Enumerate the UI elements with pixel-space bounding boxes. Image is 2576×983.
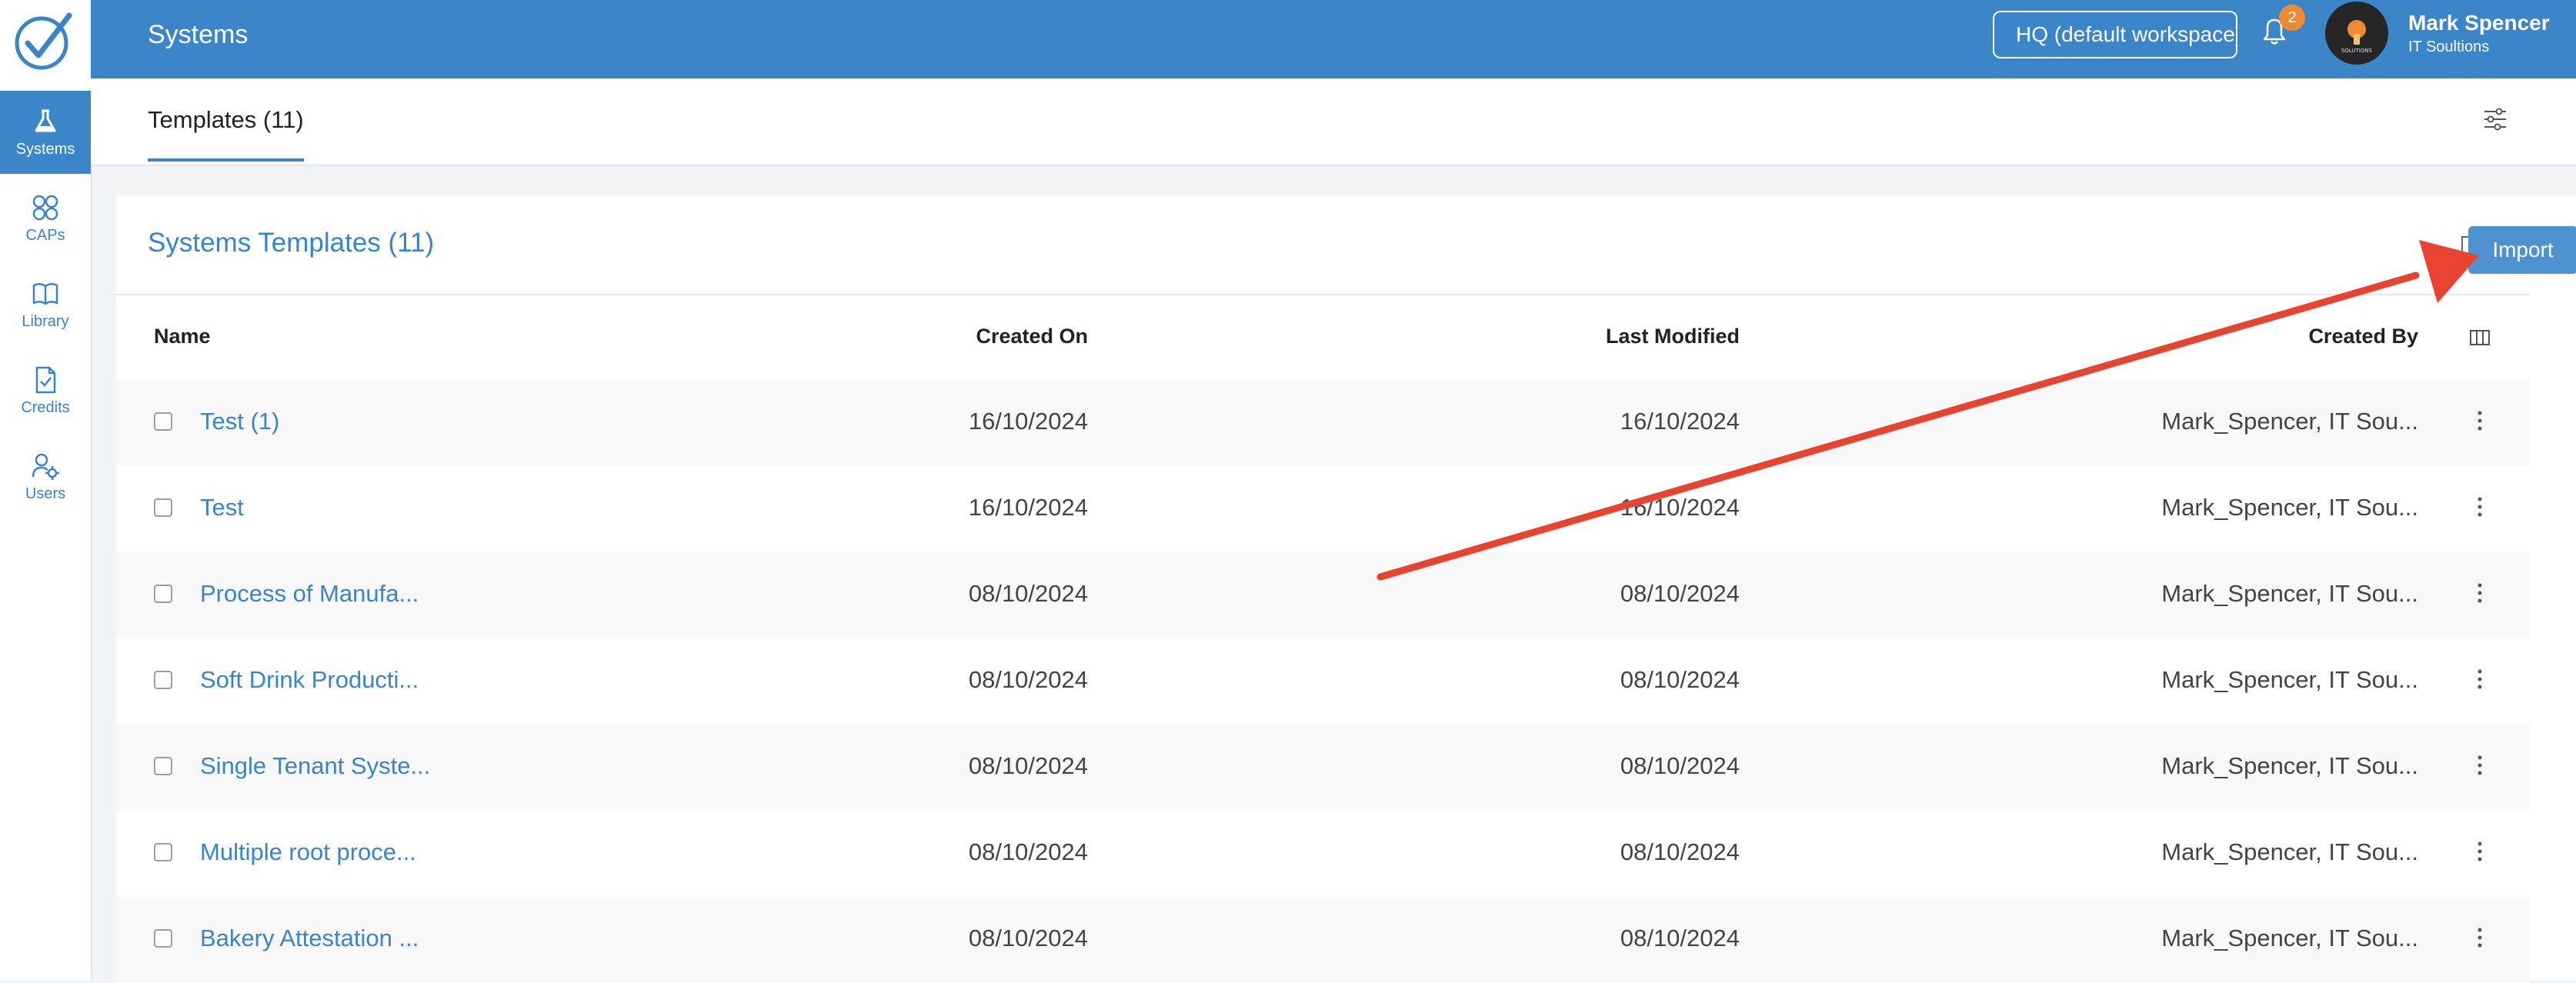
table-row[interactable]: Soft Drink Producti... 08/10/2024 08/10/… (115, 638, 2530, 725)
column-header-last-modified[interactable]: Last Modified (1606, 325, 1740, 348)
last-modified-cell: 08/10/2024 (1620, 666, 1740, 693)
column-header-name[interactable]: Name (154, 325, 211, 348)
last-modified-cell: 16/10/2024 (1620, 408, 1740, 435)
grid-icon (32, 195, 58, 220)
row-checkbox[interactable] (154, 929, 172, 948)
row-checkbox[interactable] (154, 585, 172, 603)
column-header-created-by[interactable]: Created By (2308, 325, 2418, 348)
more-vertical-icon[interactable] (2468, 580, 2491, 606)
table-row[interactable]: Test 16/10/2024 16/10/2024 Mark_Spencer,… (115, 466, 2530, 552)
created-on-cell: 08/10/2024 (968, 580, 1088, 607)
templates-card: Systems Templates (11) Import Name Creat… (115, 195, 2576, 983)
page-title: Systems (148, 20, 249, 49)
book-icon (32, 282, 58, 305)
created-on-cell: 16/10/2024 (968, 408, 1088, 435)
table-row[interactable]: Process of Manufa... 08/10/2024 08/10/20… (115, 552, 2530, 638)
table-row[interactable]: Multiple root proce... 08/10/2024 08/10/… (115, 811, 2530, 897)
sliders-icon[interactable] (2482, 106, 2508, 132)
sidebar-item-caps[interactable]: CAPs (0, 177, 91, 260)
created-on-cell: 08/10/2024 (968, 666, 1088, 693)
more-vertical-icon[interactable] (2468, 408, 2491, 434)
created-by-cell: Mark_Spencer, IT Sou... (2161, 494, 2418, 521)
last-modified-cell: 08/10/2024 (1620, 925, 1740, 951)
created-on-cell: 08/10/2024 (968, 925, 1088, 951)
created-by-cell: Mark_Spencer, IT Sou... (2161, 925, 2418, 951)
table-row[interactable]: Bakery Attestation ... 08/10/2024 08/10/… (115, 897, 2530, 983)
row-checkbox[interactable] (154, 412, 172, 431)
table-row[interactable]: Single Tenant Syste... 08/10/2024 08/10/… (115, 725, 2530, 811)
row-checkbox[interactable] (154, 843, 172, 861)
template-name-link[interactable]: Single Tenant Syste... (200, 752, 430, 780)
sidebar-item-label: Credits (21, 398, 70, 416)
more-vertical-icon[interactable] (2468, 925, 2491, 951)
created-on-cell: 08/10/2024 (968, 752, 1088, 779)
created-by-cell: Mark_Spencer, IT Sou... (2161, 838, 2418, 865)
last-modified-cell: 08/10/2024 (1620, 580, 1740, 607)
table-body: Test (1) 16/10/2024 16/10/2024 Mark_Spen… (115, 380, 2530, 983)
template-name-link[interactable]: Process of Manufa... (200, 580, 419, 608)
checkmark-circle-logo[interactable] (11, 9, 75, 74)
top-header: Systems HQ (default workspace) 2 SOLUTIO… (91, 0, 2576, 78)
sidebar-item-credits[interactable]: Credits (0, 349, 91, 432)
more-vertical-icon[interactable] (2468, 838, 2491, 865)
sidebar-item-label: Systems (15, 140, 75, 158)
template-name-link[interactable]: Soft Drink Producti... (200, 666, 419, 694)
template-name-link[interactable]: Test (200, 494, 244, 521)
user-name[interactable]: Mark Spencer (2408, 11, 2550, 35)
flask-icon (35, 109, 56, 132)
last-modified-cell: 08/10/2024 (1620, 752, 1740, 779)
import-tooltip: Import (2468, 226, 2576, 274)
last-modified-cell: 16/10/2024 (1620, 494, 1740, 521)
last-modified-cell: 08/10/2024 (1620, 838, 1740, 865)
avatar[interactable]: SOLUTIONS (2325, 2, 2388, 65)
more-vertical-icon[interactable] (2468, 752, 2491, 778)
user-org: IT Soultions (2408, 38, 2490, 55)
sidebar-item-systems[interactable]: Systems (0, 91, 91, 174)
more-vertical-icon[interactable] (2468, 494, 2491, 520)
avatar-logo-icon: SOLUTIONS (2341, 20, 2373, 54)
table-header: Name Created On Last Modified Created By (115, 294, 2530, 382)
columns-icon[interactable] (2468, 326, 2491, 349)
sidebar-item-library[interactable]: Library (0, 263, 91, 346)
template-name-link[interactable]: Test (1) (200, 408, 279, 435)
sidebar-item-label: Users (25, 485, 66, 502)
sidebar-item-users[interactable]: Users (0, 435, 91, 518)
sidebar-item-label: Library (22, 312, 69, 330)
workspace-select[interactable]: HQ (default workspace) (1993, 11, 2237, 58)
more-vertical-icon[interactable] (2468, 666, 2491, 692)
row-checkbox[interactable] (154, 757, 172, 775)
notification-badge: 2 (2279, 5, 2305, 31)
tab-bar: Templates (11) (91, 78, 2576, 166)
row-checkbox[interactable] (154, 498, 172, 517)
template-name-link[interactable]: Bakery Attestation ... (200, 925, 419, 952)
document-check-icon (35, 366, 56, 393)
created-by-cell: Mark_Spencer, IT Sou... (2161, 666, 2418, 693)
column-header-created-on[interactable]: Created On (976, 325, 1088, 348)
sidebar: Systems CAPs Library Credits Users (0, 0, 92, 980)
sidebar-item-label: CAPs (25, 226, 65, 244)
tab-templates[interactable]: Templates (11) (148, 106, 304, 162)
users-gear-icon (32, 453, 59, 480)
avatar-text: SOLUTIONS (2341, 48, 2373, 54)
created-on-cell: 08/10/2024 (968, 838, 1088, 865)
created-by-cell: Mark_Spencer, IT Sou... (2161, 580, 2418, 607)
template-name-link[interactable]: Multiple root proce... (200, 838, 416, 866)
created-by-cell: Mark_Spencer, IT Sou... (2161, 752, 2418, 779)
row-checkbox[interactable] (154, 671, 172, 689)
created-by-cell: Mark_Spencer, IT Sou... (2161, 408, 2418, 435)
table-row[interactable]: Test (1) 16/10/2024 16/10/2024 Mark_Spen… (115, 380, 2530, 466)
created-on-cell: 16/10/2024 (968, 494, 1088, 521)
card-title: Systems Templates (11) (148, 228, 435, 258)
